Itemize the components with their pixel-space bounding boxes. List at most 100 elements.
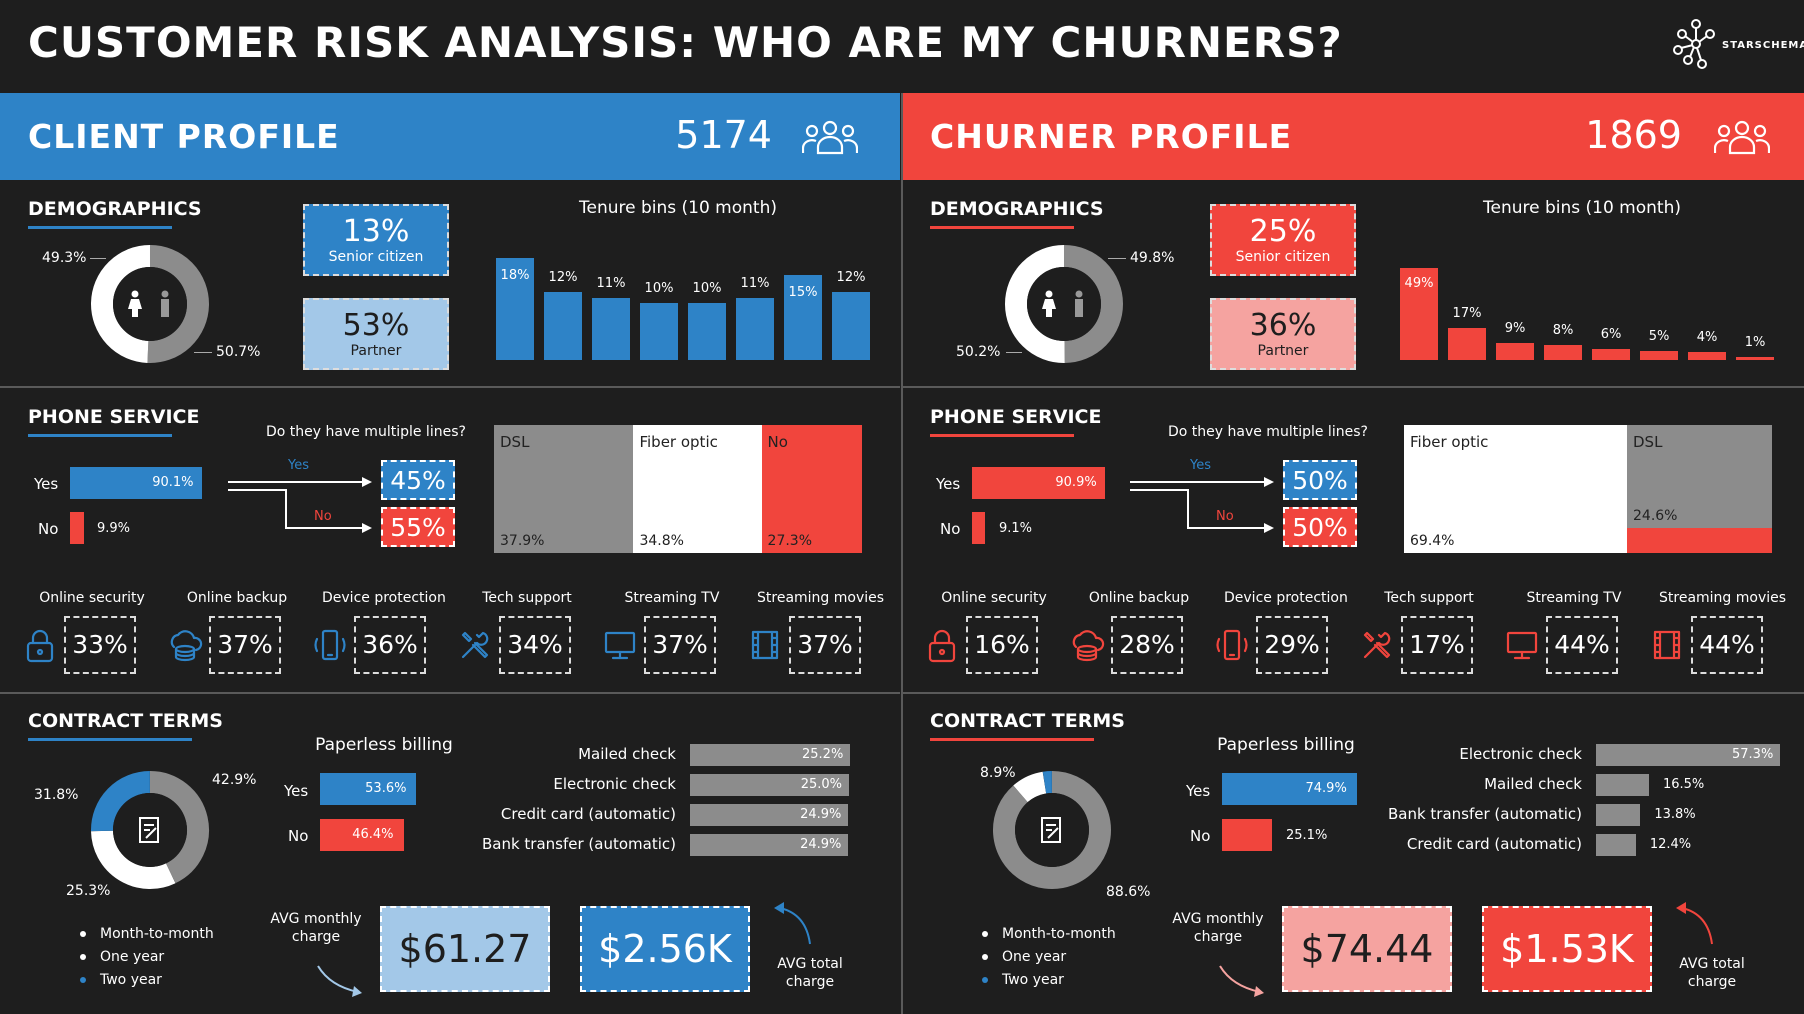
tenure-bar-label: 49% xyxy=(1404,276,1434,291)
section-divider xyxy=(0,692,900,694)
phone-icon xyxy=(314,629,346,661)
curved-arrow xyxy=(317,965,359,993)
service-label: Streaming TV xyxy=(624,590,720,606)
lock-icon xyxy=(928,629,956,663)
senior-citizen-tile: 13% Senior citizen xyxy=(303,204,449,276)
section-divider xyxy=(0,386,900,388)
demographics-underline xyxy=(930,226,1074,229)
branch-yes-label: Yes xyxy=(1190,458,1211,473)
tenure-bar xyxy=(688,303,726,360)
service-value: 34% xyxy=(499,616,571,674)
panel-divider xyxy=(901,93,903,1014)
multiple-lines-branch-arrows xyxy=(228,477,372,533)
paperless-billing-title: Paperless billing xyxy=(1217,735,1355,755)
internet-segment-name: DSL xyxy=(1633,433,1663,451)
service-label: Online backup xyxy=(186,590,288,606)
profile-title: CHURNER PROFILE xyxy=(930,117,1293,156)
curved-arrow xyxy=(1219,965,1261,993)
contract-legend-item: Month-to-month xyxy=(80,923,214,946)
gender-male-pct: 50.7% xyxy=(216,344,261,360)
gender-donut-chart xyxy=(1005,245,1123,363)
service-value: 16% xyxy=(966,616,1038,674)
internet-segment-pct: 27.3% xyxy=(767,533,813,549)
paperless-yes-pct: 74.9% xyxy=(1305,781,1347,796)
payment-method-pct: 24.9% xyxy=(800,837,842,852)
service-label: Tech support xyxy=(482,590,572,606)
payment-method-label: Electronic check xyxy=(553,775,676,793)
paperless-no-bar: 46.4% xyxy=(320,819,404,851)
tenure-bar-label: 10% xyxy=(644,281,674,297)
service-label: Device protection xyxy=(322,590,446,606)
male-icon xyxy=(161,290,169,317)
paperless-billing-title: Paperless billing xyxy=(315,735,453,755)
tools-icon xyxy=(1363,631,1391,659)
leader-line xyxy=(90,258,106,259)
legend-dot xyxy=(80,931,86,937)
phone-yes-pct: 90.1% xyxy=(152,475,194,490)
paperless-no-bar xyxy=(1222,819,1273,851)
contract-slice-label: 88.6% xyxy=(1106,884,1151,900)
profile-count: 1869 xyxy=(1585,113,1682,157)
group-users-icon xyxy=(1714,120,1770,155)
contract-legend-item: One year xyxy=(80,946,214,969)
partner-value: 53% xyxy=(342,308,410,343)
partner-tile: 53% Partner xyxy=(303,298,449,370)
legend-label: Two year xyxy=(1002,972,1064,988)
multiple-lines-question: Do they have multiple lines? xyxy=(266,424,466,440)
tenure-bar xyxy=(1640,350,1678,360)
contract-terms-title: CONTRACT TERMS xyxy=(930,710,1125,732)
contract-legend: Month-to-month One year Two year xyxy=(982,923,1116,992)
service-value: 37% xyxy=(789,616,861,674)
internet-segment-name: Fiber optic xyxy=(1410,433,1489,451)
page-title: CUSTOMER RISK ANALYSIS: WHO ARE MY CHURN… xyxy=(28,18,1343,67)
male-icon xyxy=(1075,290,1083,317)
service-label: Streaming movies xyxy=(1659,590,1787,606)
tenure-bar-label: 10% xyxy=(692,281,722,297)
contract-slice-label: 8.9% xyxy=(980,765,1016,781)
paperless-yes-label: Yes xyxy=(1186,782,1211,800)
gender-female-pct: 49.3% xyxy=(42,250,87,266)
legend-dot xyxy=(982,977,988,983)
leader-line xyxy=(194,352,212,353)
tenure-bar xyxy=(1688,352,1726,360)
branch-no-label: No xyxy=(314,509,332,524)
tenure-bar xyxy=(544,292,582,360)
contract-slice-label: 42.9% xyxy=(212,772,257,788)
paperless-no-label: No xyxy=(1190,827,1211,845)
service-value: 29% xyxy=(1256,616,1328,674)
tenure-bar xyxy=(640,303,678,360)
dashboard: CUSTOMER RISK ANALYSIS: WHO ARE MY CHURN… xyxy=(0,0,1804,1014)
legend-label: Two year xyxy=(100,972,162,988)
phone-yes-bar: 90.1% xyxy=(70,467,202,499)
demographics-title: DEMOGRAPHICS xyxy=(28,198,202,220)
tenure-bar-label: 5% xyxy=(1648,328,1670,344)
internet-service-chart: DSL 37.9% Fiber optic 34.8% No 27.3% xyxy=(494,425,862,553)
service-label: Streaming TV xyxy=(1526,590,1622,606)
cloud-database-icon xyxy=(1072,630,1105,662)
phone-service-underline xyxy=(930,434,1074,437)
phone-service-underline xyxy=(28,434,172,437)
payment-method-pct: 57.3% xyxy=(1732,747,1774,762)
paperless-no-label: No xyxy=(288,827,309,845)
legend-label: Month-to-month xyxy=(1002,926,1116,942)
internet-segment: No 27.3% xyxy=(761,425,862,553)
contract-terms-underline xyxy=(930,738,1094,741)
contract-slice-label: 25.3% xyxy=(66,883,111,899)
payment-method-pct: 12.4% xyxy=(1649,837,1692,852)
contract-legend-item: Month-to-month xyxy=(982,923,1116,946)
payment-method-label: Mailed check xyxy=(1484,775,1582,793)
tenure-bar xyxy=(1544,344,1582,360)
section-divider xyxy=(902,386,1804,388)
internet-segment: DSL 24.6% xyxy=(1627,425,1772,528)
paperless-no-pct: 46.4% xyxy=(352,827,394,842)
demographics-underline xyxy=(28,226,172,229)
group-users-icon xyxy=(802,120,858,155)
senior-citizen-value: 25% xyxy=(1249,214,1317,249)
payment-method-label: Bank transfer (automatic) xyxy=(481,835,676,853)
internet-segment-pct: 69.4% xyxy=(1410,533,1455,549)
profile-band: CHURNER PROFILE 1869 xyxy=(902,93,1804,180)
profile-title: CLIENT PROFILE xyxy=(28,117,340,156)
tools-icon xyxy=(461,631,489,659)
leader-line xyxy=(1108,258,1126,259)
phone-no-pct: 9.9% xyxy=(97,521,131,536)
